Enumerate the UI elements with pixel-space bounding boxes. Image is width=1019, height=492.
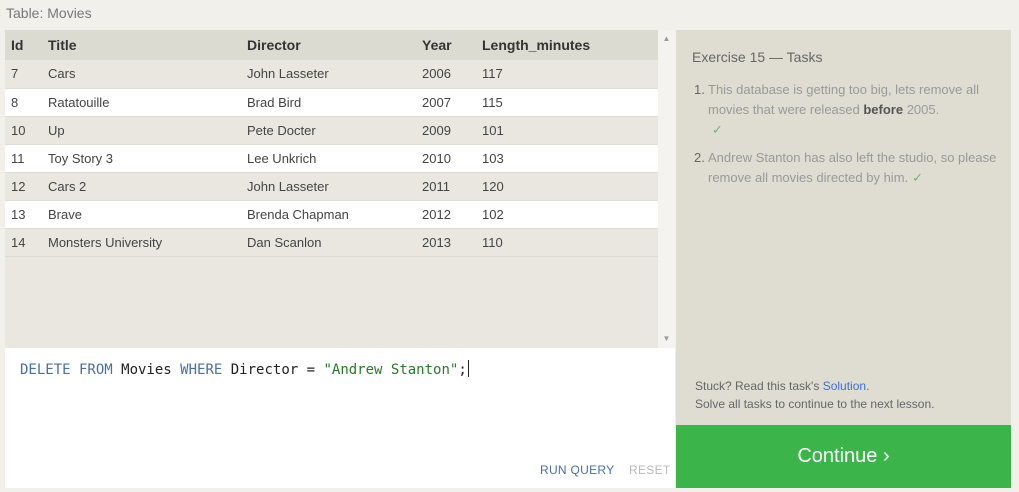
table-header-row: Id Title Director Year Length_minutes bbox=[5, 30, 658, 60]
cell-year: 2010 bbox=[416, 144, 476, 173]
cell-id: 7 bbox=[5, 60, 42, 89]
reset-button[interactable]: RESET bbox=[629, 463, 671, 477]
results-table: Id Title Director Year Length_minutes 7 … bbox=[5, 30, 658, 257]
task-item: 2. Andrew Stanton has also left the stud… bbox=[694, 148, 999, 188]
task-text: Andrew Stanton has also left the studio,… bbox=[708, 148, 999, 188]
table-caption: Table: Movies bbox=[6, 5, 92, 21]
cell-director: Dan Scanlon bbox=[241, 228, 416, 257]
cell-id: 13 bbox=[5, 200, 42, 229]
cell-id: 10 bbox=[5, 116, 42, 145]
task-text: This database is getting too big, lets r… bbox=[708, 80, 999, 140]
results-table-area: Id Title Director Year Length_minutes 7 … bbox=[5, 30, 658, 348]
cell-director: Brenda Chapman bbox=[241, 200, 416, 229]
stuck-hint: Stuck? Read this task's Solution. bbox=[695, 379, 869, 393]
cell-director: Brad Bird bbox=[241, 88, 416, 117]
cell-title: Up bbox=[42, 116, 241, 145]
cell-title: Brave bbox=[42, 200, 241, 229]
sql-string-literal: "Andrew Stanton" bbox=[323, 362, 459, 378]
cell-length: 101 bbox=[476, 116, 658, 145]
exercise-panel: Exercise 15 — Tasks 1. This database is … bbox=[676, 30, 1011, 425]
column-header-title: Title bbox=[42, 30, 241, 60]
task-number: 1. bbox=[694, 82, 705, 97]
sql-semicolon: ; bbox=[458, 362, 467, 378]
sql-query-editor[interactable]: DELETE FROM Movies WHERE Director = "And… bbox=[5, 348, 675, 488]
cell-director: Pete Docter bbox=[241, 116, 416, 145]
column-header-length: Length_minutes bbox=[476, 30, 658, 60]
checkmark-icon: ✓ bbox=[712, 122, 723, 137]
query-text[interactable]: DELETE FROM Movies WHERE Director = "And… bbox=[20, 360, 469, 378]
sql-table-name: Movies bbox=[112, 362, 181, 378]
exercise-title: Exercise 15 — Tasks bbox=[692, 49, 823, 65]
sql-keyword-where: WHERE bbox=[180, 362, 223, 378]
cell-title: Cars bbox=[42, 60, 241, 89]
stuck-suffix: . bbox=[866, 379, 870, 393]
cell-year: 2006 bbox=[416, 60, 476, 89]
stuck-prefix: Stuck? Read this task's bbox=[695, 379, 823, 393]
cell-length: 103 bbox=[476, 144, 658, 173]
cell-director: John Lasseter bbox=[241, 60, 416, 89]
cell-year: 2011 bbox=[416, 172, 476, 201]
cell-length: 117 bbox=[476, 60, 658, 89]
cell-title: Ratatouille bbox=[42, 88, 241, 117]
checkmark-icon: ✓ bbox=[912, 170, 924, 185]
sql-keyword-delete-from: DELETE FROM bbox=[20, 362, 113, 378]
run-query-button[interactable]: RUN QUERY bbox=[540, 463, 615, 477]
cell-title: Monsters University bbox=[42, 228, 241, 257]
column-header-id: Id bbox=[5, 30, 42, 60]
task-number: 2. bbox=[694, 150, 705, 165]
table-row: 7 Cars John Lasseter 2006 117 bbox=[5, 60, 658, 89]
cell-director: John Lasseter bbox=[241, 172, 416, 201]
sql-condition: Director = bbox=[222, 362, 324, 378]
task-item: 1. This database is getting too big, let… bbox=[694, 80, 999, 140]
scroll-down-arrow-icon[interactable]: ▼ bbox=[658, 332, 675, 346]
cell-director: Lee Unkrich bbox=[241, 144, 416, 173]
column-header-director: Director bbox=[241, 30, 416, 60]
cell-title: Cars 2 bbox=[42, 172, 241, 201]
task-text-body: Andrew Stanton has also left the studio,… bbox=[708, 150, 997, 185]
table-row: 12 Cars 2 John Lasseter 2011 120 bbox=[5, 172, 658, 201]
task-text-bold: before bbox=[863, 102, 904, 117]
cell-length: 110 bbox=[476, 228, 658, 257]
scroll-up-arrow-icon[interactable]: ▲ bbox=[658, 32, 675, 46]
cell-title: Toy Story 3 bbox=[42, 144, 241, 173]
cell-id: 11 bbox=[5, 144, 42, 173]
cell-year: 2009 bbox=[416, 116, 476, 145]
cell-id: 12 bbox=[5, 172, 42, 201]
cell-year: 2012 bbox=[416, 200, 476, 229]
solution-link[interactable]: Solution bbox=[823, 379, 866, 393]
cell-length: 115 bbox=[476, 88, 658, 117]
cell-year: 2013 bbox=[416, 228, 476, 257]
task-list: 1. This database is getting too big, let… bbox=[694, 80, 999, 196]
table-row: 14 Monsters University Dan Scanlon 2013 … bbox=[5, 228, 658, 257]
text-caret bbox=[467, 360, 469, 377]
table-row: 13 Brave Brenda Chapman 2012 102 bbox=[5, 200, 658, 229]
cell-id: 8 bbox=[5, 88, 42, 117]
task-text-post: 2005. bbox=[903, 102, 940, 117]
table-row: 10 Up Pete Docter 2009 101 bbox=[5, 116, 658, 145]
table-row: 8 Ratatouille Brad Bird 2007 115 bbox=[5, 88, 658, 117]
table-scrollbar[interactable]: ▲ ▼ bbox=[658, 30, 675, 348]
cell-year: 2007 bbox=[416, 88, 476, 117]
cell-length: 120 bbox=[476, 172, 658, 201]
left-panel: Id Title Director Year Length_minutes 7 … bbox=[5, 30, 675, 488]
table-row: 11 Toy Story 3 Lee Unkrich 2010 103 bbox=[5, 144, 658, 173]
continue-button[interactable]: Continue › bbox=[676, 425, 1011, 488]
cell-id: 14 bbox=[5, 228, 42, 257]
column-header-year: Year bbox=[416, 30, 476, 60]
cell-length: 102 bbox=[476, 200, 658, 229]
solve-instructions: Solve all tasks to continue to the next … bbox=[695, 397, 935, 411]
